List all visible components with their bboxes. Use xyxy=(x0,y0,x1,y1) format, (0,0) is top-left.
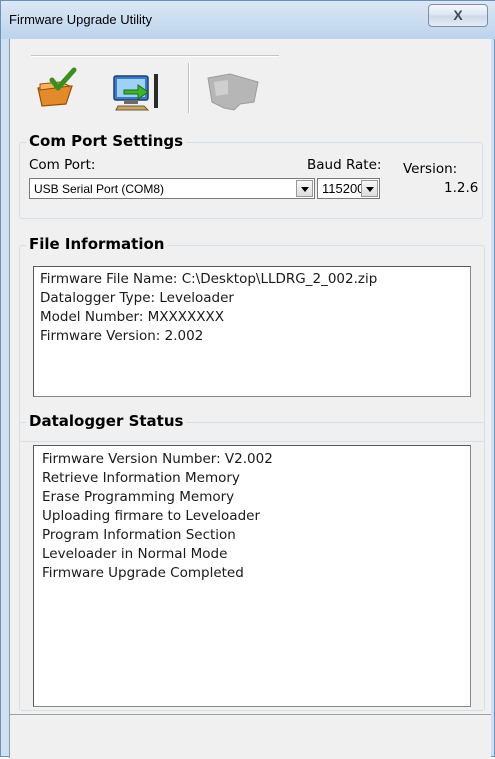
file-information-textbox[interactable]: Firmware File Name: C:\Desktop\LLDRG_2_0… xyxy=(33,266,471,397)
chevron-down-icon xyxy=(366,187,374,192)
baud-rate-label: Baud Rate: xyxy=(307,157,382,173)
close-button[interactable]: X xyxy=(428,4,488,27)
open-firmware-button[interactable] xyxy=(32,64,82,114)
com-port-settings-title: Com Port Settings xyxy=(26,132,187,150)
com-port-label: Com Port: xyxy=(29,157,96,173)
upload-to-datalogger-icon xyxy=(113,74,158,111)
status-bar xyxy=(10,714,491,759)
app-window: Firmware Upgrade Utility X Com Port Sett… xyxy=(0,0,495,759)
baud-rate-select[interactable]: 115200 xyxy=(317,178,380,199)
datalogger-status-title: Datalogger Status xyxy=(26,412,187,430)
status-line: Uploading firmare to Leveloader xyxy=(42,508,260,524)
client-area: Com Port Settings Com Port: Baud Rate: V… xyxy=(9,39,491,759)
open-firmware-icon xyxy=(37,67,77,107)
status-line: Erase Programming Memory xyxy=(42,489,235,505)
baud-rate-dropdown-button[interactable] xyxy=(361,180,378,197)
datalogger-device-button xyxy=(200,64,270,114)
toolbar-divider xyxy=(31,55,279,57)
status-line: Leveloader in Normal Mode xyxy=(42,546,228,562)
file-info-line: Firmware File Name: C:\Desktop\LLDRG_2_0… xyxy=(40,271,378,287)
status-line: Program Information Section xyxy=(42,527,236,543)
com-port-dropdown-button[interactable] xyxy=(296,180,313,197)
file-info-line: Datalogger Type: Leveloader xyxy=(40,290,234,306)
window-title: Firmware Upgrade Utility xyxy=(9,12,153,27)
title-bar[interactable]: Firmware Upgrade Utility X xyxy=(1,1,495,39)
upload-firmware-button[interactable] xyxy=(108,64,158,114)
file-info-line: Model Number: MXXXXXXX xyxy=(40,309,225,325)
status-line: Firmware Upgrade Completed xyxy=(42,565,244,581)
close-icon: X xyxy=(453,7,463,23)
file-info-line: Firmware Version: 2.002 xyxy=(40,328,204,344)
version-value: 1.2.6 xyxy=(444,180,479,196)
datalogger-status-textbox[interactable]: Firmware Version Number: V2.002 Retrieve… xyxy=(33,445,471,707)
version-label: Version: xyxy=(403,161,458,177)
com-port-selected-value: USB Serial Port (COM8) xyxy=(34,182,165,196)
toolbar-separator xyxy=(188,63,190,113)
status-line: Retrieve Information Memory xyxy=(42,470,240,486)
datalogger-device-icon xyxy=(207,73,259,111)
chevron-down-icon xyxy=(301,187,309,192)
com-port-settings-group: Com Port Settings Com Port: Baud Rate: V… xyxy=(19,132,483,219)
baud-rate-selected-value: 115200 xyxy=(322,181,365,196)
com-port-select[interactable]: USB Serial Port (COM8) xyxy=(29,178,315,199)
file-information-title: File Information xyxy=(26,235,168,253)
toolbar xyxy=(10,39,491,119)
status-line: Firmware Version Number: V2.002 xyxy=(42,451,273,467)
datalogger-status-group: Datalogger Status Firmware Version Numbe… xyxy=(19,412,485,711)
